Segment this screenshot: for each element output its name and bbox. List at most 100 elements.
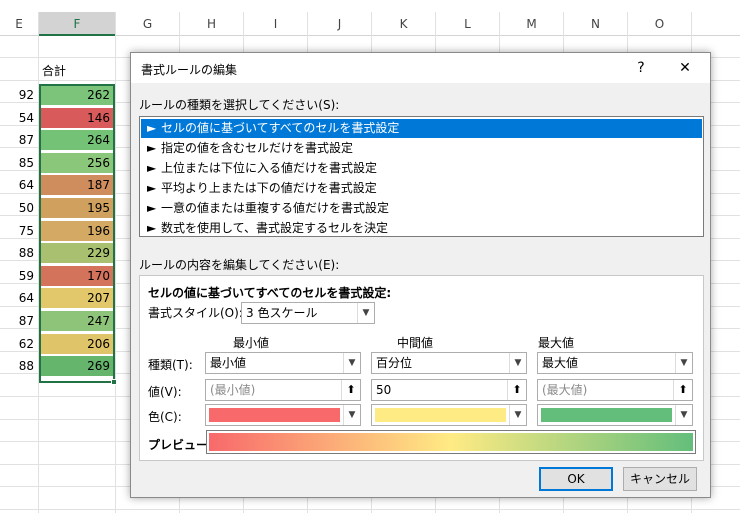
max-value-input[interactable]: (最大値) ⬆: [537, 379, 693, 401]
column-header-row: E F G H I J K L M N O: [0, 0, 740, 36]
format-style-label: 書式スタイル(O):: [148, 306, 243, 320]
close-button[interactable]: ✕: [668, 53, 702, 83]
range-select-icon[interactable]: ⬆: [341, 380, 360, 400]
header-cell-total[interactable]: 合計: [42, 60, 102, 82]
score-cell-value[interactable]: 75: [0, 220, 36, 242]
mid-color-swatch: [375, 408, 506, 422]
min-color-picker[interactable]: ▼: [205, 404, 361, 426]
mid-value-input[interactable]: 50 ⬆: [371, 379, 527, 401]
column-header-g[interactable]: G: [116, 12, 179, 36]
mid-header: 中間値: [397, 336, 434, 350]
type-label: 種類(T):: [148, 358, 193, 372]
rule-type-list[interactable]: ► セルの値に基づいてすべてのセルを書式設定 ► 指定の値を含むセルだけを書式設定 …: [139, 116, 704, 237]
arrow-right-icon: ►: [147, 161, 157, 175]
rule-type-label: ルールの種類を選択してください(S):: [139, 98, 340, 112]
rule-description-group: セルの値に基づいてすべてのセルを書式設定: 書式スタイル(O): 3 色スケール…: [139, 275, 704, 461]
rule-type-text: 数式を使用して、書式設定するセルを決定: [161, 221, 389, 235]
gridline: [0, 509, 740, 510]
preview-box: [206, 430, 696, 454]
column-header-e[interactable]: E: [0, 12, 38, 36]
chevron-down-icon: ▼: [675, 405, 692, 425]
format-style-value: 3 色スケール: [246, 306, 318, 320]
column-header-n[interactable]: N: [564, 12, 627, 36]
score-cell-value[interactable]: 87: [0, 310, 36, 332]
arrow-right-icon: ►: [147, 141, 157, 155]
column-header-j[interactable]: J: [308, 12, 371, 36]
range-select-icon[interactable]: ⬆: [507, 380, 526, 400]
min-color-swatch: [209, 408, 340, 422]
fill-handle[interactable]: [111, 379, 117, 385]
max-header: 最大値: [538, 336, 575, 350]
format-rule-dialog: 書式ルールの編集 ? ✕ ルールの種類を選択してください(S): ► セルの値に基…: [130, 52, 711, 498]
score-cell-value[interactable]: 59: [0, 265, 36, 287]
score-cell-value[interactable]: 54: [0, 107, 36, 129]
score-cell-value[interactable]: 62: [0, 333, 36, 355]
mid-type-value: 百分位: [376, 356, 413, 370]
rule-type-item[interactable]: ► 上位または下位に入る値だけを書式設定: [141, 159, 702, 178]
max-value-text: (最大値): [542, 383, 588, 397]
chevron-down-icon: ▼: [509, 353, 526, 373]
rule-type-text: セルの値に基づいてすべてのセルを書式設定: [161, 121, 400, 135]
format-style-select[interactable]: 3 色スケール ▼: [241, 302, 375, 324]
column-header-l[interactable]: L: [436, 12, 499, 36]
gridline: [115, 12, 116, 513]
help-button[interactable]: ?: [624, 53, 658, 83]
min-type-value: 最小値: [210, 356, 247, 370]
rule-type-item[interactable]: ► 一意の値または重複する値だけを書式設定: [141, 199, 702, 218]
min-value-input[interactable]: (最小値) ⬆: [205, 379, 361, 401]
chevron-down-icon: ▼: [675, 353, 692, 373]
rule-type-item[interactable]: ► セルの値に基づいてすべてのセルを書式設定: [141, 119, 702, 138]
score-cell-value[interactable]: 50: [0, 197, 36, 219]
column-header-h[interactable]: H: [180, 12, 243, 36]
column-header-m[interactable]: M: [500, 12, 563, 36]
color-label: 色(C):: [148, 410, 182, 424]
mid-type-select[interactable]: 百分位 ▼: [371, 352, 527, 374]
preview-gradient: [209, 433, 693, 451]
min-type-select[interactable]: 最小値 ▼: [205, 352, 361, 374]
score-cell-value[interactable]: 92: [0, 84, 36, 106]
min-header: 最小値: [233, 336, 270, 350]
column-header-k[interactable]: K: [372, 12, 435, 36]
score-cell-value[interactable]: 88: [0, 355, 36, 377]
column-header-i[interactable]: I: [244, 12, 307, 36]
column-header-o[interactable]: O: [628, 12, 691, 36]
preview-label: プレビュー:: [148, 438, 213, 452]
chevron-down-icon: ▼: [357, 303, 374, 323]
arrow-right-icon: ►: [147, 221, 157, 235]
mid-value-text: 50: [376, 383, 392, 397]
score-cell-value[interactable]: 88: [0, 242, 36, 264]
range-select-icon[interactable]: ⬆: [673, 380, 692, 400]
rule-type-item[interactable]: ► 平均より上または下の値だけを書式設定: [141, 179, 702, 198]
rule-type-text: 平均より上または下の値だけを書式設定: [161, 181, 377, 195]
rule-type-text: 指定の値を含むセルだけを書式設定: [161, 141, 354, 155]
chevron-down-icon: ▼: [343, 405, 360, 425]
rule-type-text: 一意の値または重複する値だけを書式設定: [161, 201, 390, 215]
mid-color-picker[interactable]: ▼: [371, 404, 527, 426]
chevron-down-icon: ▼: [343, 353, 360, 373]
selection-range: [39, 84, 115, 383]
score-cell-value[interactable]: 87: [0, 129, 36, 151]
value-label: 値(V):: [148, 385, 182, 399]
score-cell-value[interactable]: 64: [0, 174, 36, 196]
rule-type-text: 上位または下位に入る値だけを書式設定: [161, 161, 378, 175]
score-cell-value[interactable]: 85: [0, 152, 36, 174]
max-color-swatch: [541, 408, 672, 422]
cancel-button[interactable]: キャンセル: [623, 467, 697, 491]
chevron-down-icon: ▼: [509, 405, 526, 425]
max-type-value: 最大値: [542, 356, 579, 370]
rule-heading: セルの値に基づいてすべてのセルを書式設定:: [148, 286, 392, 300]
column-header-f[interactable]: F: [39, 12, 115, 36]
dialog-title: 書式ルールの編集: [141, 63, 238, 77]
ok-button[interactable]: OK: [539, 467, 613, 491]
edit-rule-label: ルールの内容を編集してください(E):: [139, 258, 340, 272]
min-value-text: (最小値): [210, 383, 256, 397]
arrow-right-icon: ►: [147, 121, 157, 135]
arrow-right-icon: ►: [147, 181, 157, 195]
rule-type-item[interactable]: ► 指定の値を含むセルだけを書式設定: [141, 139, 702, 158]
max-color-picker[interactable]: ▼: [537, 404, 693, 426]
dialog-titlebar[interactable]: 書式ルールの編集 ? ✕: [131, 53, 710, 83]
arrow-right-icon: ►: [147, 201, 157, 215]
rule-type-item[interactable]: ► 数式を使用して、書式設定するセルを決定: [141, 219, 702, 238]
max-type-select[interactable]: 最大値 ▼: [537, 352, 693, 374]
score-cell-value[interactable]: 64: [0, 287, 36, 309]
